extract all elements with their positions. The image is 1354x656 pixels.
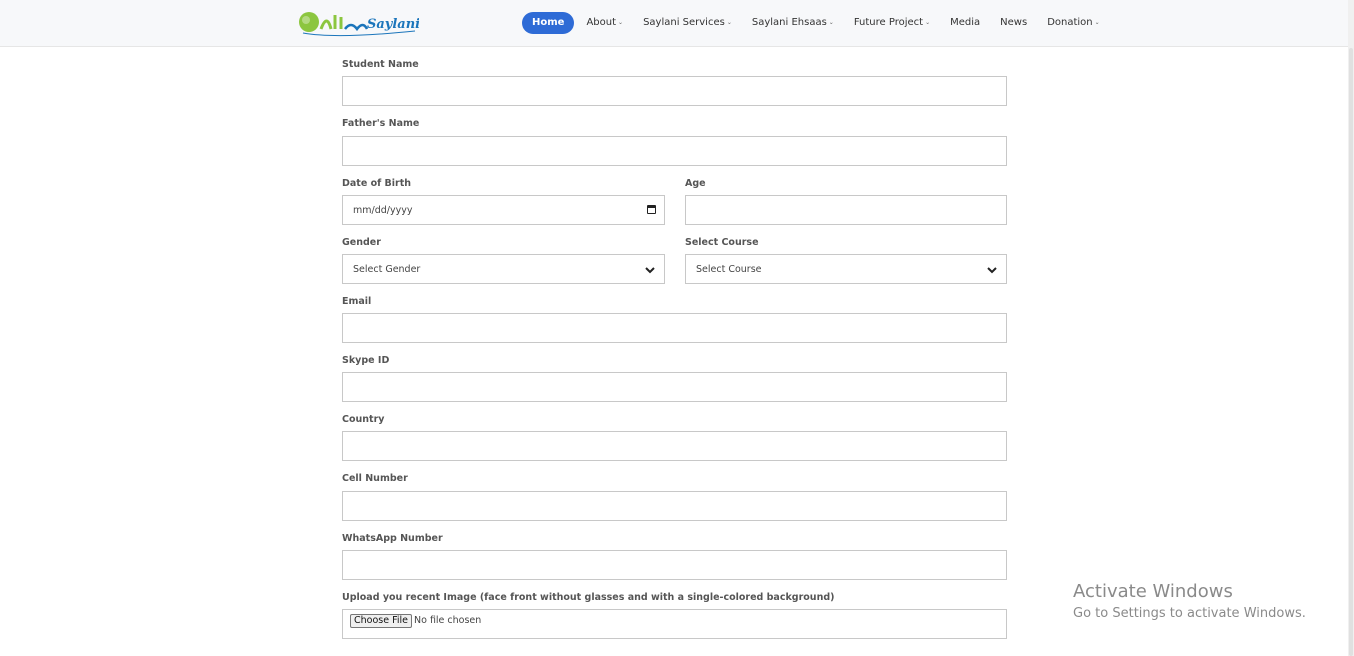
gender-select[interactable]: Select Gender (342, 254, 665, 284)
chevron-down-icon (645, 267, 655, 274)
course-label: Select Course (685, 237, 759, 248)
activate-windows-subtitle: Go to Settings to activate Windows. (1073, 606, 1306, 621)
student-name-label: Student Name (342, 59, 419, 70)
chevron-down-icon: ⌄ (828, 19, 834, 26)
image-upload-label: Upload you recent Image (face front with… (342, 592, 835, 603)
cell-number-input[interactable] (342, 491, 1007, 521)
logo-text: Saylani (367, 17, 419, 32)
nav-news-label: News (1000, 17, 1028, 28)
age-label: Age (685, 178, 706, 189)
nav-saylani-services[interactable]: Saylani Services ⌄ (633, 12, 742, 34)
nav-home-label: Home (532, 17, 565, 28)
cell-number-label: Cell Number (342, 473, 408, 484)
whatsapp-label: WhatsApp Number (342, 533, 443, 544)
nav-saylani-services-label: Saylani Services (643, 17, 725, 28)
choose-file-button[interactable]: Choose File (350, 614, 412, 628)
whatsapp-input[interactable] (342, 550, 1007, 580)
file-status-text: No file chosen (414, 615, 482, 626)
chevron-down-icon: ⌄ (618, 19, 624, 26)
course-selected-value: Select Course (696, 264, 762, 275)
chevron-down-icon: ⌄ (726, 19, 732, 26)
chevron-down-icon: ⌄ (925, 19, 931, 26)
age-input[interactable] (685, 195, 1007, 225)
calendar-icon[interactable] (647, 205, 656, 214)
chevron-down-icon: ⌄ (1094, 19, 1100, 26)
father-name-input[interactable] (342, 136, 1007, 166)
dob-label: Date of Birth (342, 178, 412, 189)
nav-home[interactable]: Home (522, 12, 575, 34)
nav-saylani-ehsaas-label: Saylani Ehsaas (751, 17, 827, 28)
gender-selected-value: Select Gender (353, 264, 421, 275)
nav-donation[interactable]: Donation ⌄ (1037, 12, 1109, 34)
country-input[interactable] (342, 431, 1007, 461)
country-label: Country (342, 414, 385, 425)
student-name-input[interactable] (342, 76, 1007, 106)
chevron-down-icon (987, 267, 997, 274)
skype-input[interactable] (342, 372, 1007, 402)
skype-label: Skype ID (342, 355, 390, 366)
nav-future-project[interactable]: Future Project ⌄ (844, 12, 940, 34)
email-input[interactable] (342, 313, 1007, 343)
nav-saylani-ehsaas[interactable]: Saylani Ehsaas ⌄ (742, 12, 844, 34)
email-label: Email (342, 296, 372, 307)
gender-label: Gender (342, 237, 381, 248)
dob-placeholder: mm/dd/yyyy (353, 205, 413, 216)
saylani-logo[interactable]: Saylani (297, 9, 419, 39)
nav-media-label: Media (950, 17, 981, 28)
page-scrollbar[interactable] (1348, 0, 1354, 656)
nav-future-project-label: Future Project (853, 17, 924, 28)
scrollbar-thumb[interactable] (1349, 48, 1353, 656)
nav-news[interactable]: News (990, 12, 1037, 34)
father-name-label: Father's Name (342, 118, 420, 129)
dob-input[interactable]: mm/dd/yyyy (342, 195, 665, 225)
site-header: Saylani Home About ⌄ Saylani Services ⌄ Sa… (0, 0, 1354, 47)
course-select[interactable]: Select Course (685, 254, 1007, 284)
nav-donation-label: Donation (1047, 17, 1093, 28)
nav-about-label: About (586, 17, 617, 28)
main-nav: Home About ⌄ Saylani Services ⌄ Saylani Eh… (522, 12, 1110, 34)
nav-media[interactable]: Media (940, 12, 990, 34)
nav-about[interactable]: About ⌄ (574, 12, 633, 34)
activate-windows-title: Activate Windows (1073, 581, 1233, 602)
